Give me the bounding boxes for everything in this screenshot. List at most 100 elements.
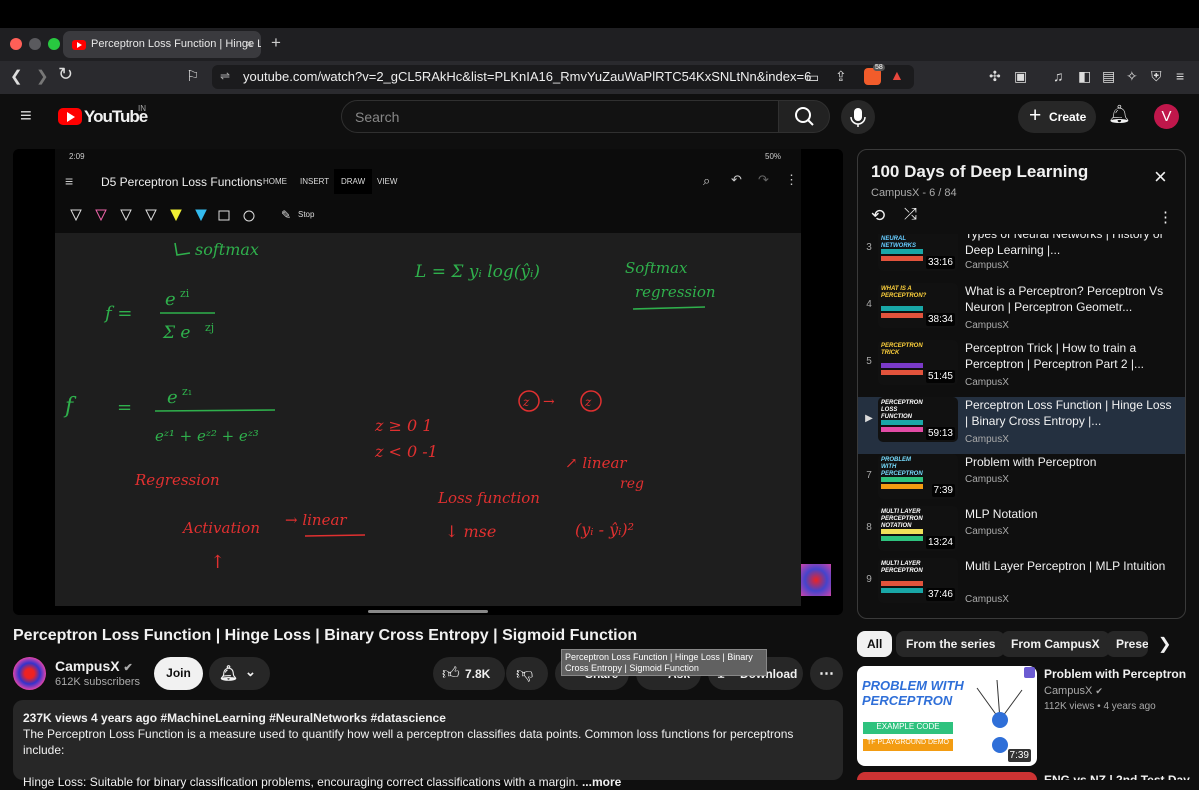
browser-tab[interactable]: Perceptron Loss Function | Hinge Loss×	[63, 31, 261, 58]
channel-name[interactable]: CampusX ✔	[55, 658, 133, 674]
playlist-item[interactable]: 3 TYPES OF NEURAL NETWORKS 33:16 Types of…	[858, 234, 1185, 283]
vpn-icon[interactable]: ⛨	[1151, 68, 1162, 85]
close-playlist-icon[interactable]: ×	[1154, 164, 1167, 190]
close-tab-icon[interactable]: ×	[245, 36, 253, 51]
svg-text:→ linear: → linear	[285, 511, 347, 529]
rec-thumbnail[interactable]: PROBLEM WITH PERCEPTRON EXAMPLE CODE TF …	[857, 666, 1037, 766]
playlist-owner[interactable]: CampusX	[871, 187, 919, 199]
description-box[interactable]: 237K views 4 years ago #MachineLearning …	[13, 700, 843, 789]
video-player[interactable]: 2:09 50% ≡ D5 Perceptron Loss Functions …	[13, 149, 843, 615]
handwritten-notes: softmax f = e zi Σ e zj L = Σ yᵢ log(ŷᵢ) S…	[63, 240, 716, 573]
rec-thumb-tag-2: TF PLAYGROUND DEMO	[863, 739, 953, 751]
playlist-item[interactable]: 5 PERCEPTRON TRICK 51:45 Perceptron Trick…	[858, 340, 1185, 397]
search-input[interactable]: Search	[341, 100, 779, 133]
chip-presentations[interactable]: Prese	[1106, 631, 1148, 657]
join-button[interactable]: Join	[154, 657, 203, 690]
chip-from-campusx[interactable]: From CampusX	[1001, 631, 1110, 657]
forward-button[interactable]: ❯	[36, 67, 49, 85]
menu-icon[interactable]: ≡	[1176, 68, 1184, 84]
chips-next-icon[interactable]: ❯	[1158, 634, 1171, 654]
playlist-item[interactable]: 7 PROBLEM WITH PERCEPTRON 7:39 Problem wi…	[858, 454, 1185, 511]
drag-handle[interactable]	[368, 610, 488, 613]
item-duration: 33:16	[925, 256, 955, 269]
search-button[interactable]	[778, 100, 830, 133]
rec-title[interactable]: Problem with Perceptron	[1044, 667, 1186, 681]
playlist-panel: 100 Days of Deep Learning CampusX - 6 / …	[857, 149, 1186, 619]
brave-rewards-icon[interactable]: ▲	[890, 67, 904, 83]
verified-icon: ✔	[123, 662, 133, 674]
notes-search-icon: ⌕	[703, 173, 711, 188]
subscribe-bell-button[interactable]: 🔔︎ ⌄	[209, 657, 270, 690]
svg-text:Loss function: Loss function	[437, 489, 540, 507]
svg-text:z < 0 -1: z < 0 -1	[374, 442, 438, 461]
brave-shield-icon[interactable]: 58	[864, 64, 885, 85]
thumb-text: PERCEPTRON LOSS FUNCTION	[881, 400, 923, 420]
close-window-button[interactable]	[10, 38, 22, 50]
playlist-badge-icon	[1024, 667, 1035, 678]
item-duration: 51:45	[925, 370, 955, 383]
music-icon[interactable]: ♫	[1053, 68, 1064, 84]
like-button[interactable]: 👍︎ 7.8K	[433, 657, 505, 690]
rec-channel[interactable]: CampusX ✔	[1044, 685, 1103, 697]
shuffle-icon[interactable]: ⤮	[904, 206, 917, 224]
playlist-title[interactable]: 100 Days of Deep Learning	[871, 162, 1088, 182]
next-rec-title[interactable]: ENG vs NZ | 2nd Test Day 1	[1044, 773, 1199, 780]
playlist-item[interactable]: 8 MULTI LAYER PERCEPTRON NOTATION 13:24 M…	[858, 506, 1185, 563]
playlist-item[interactable]: 4 WHAT IS A PERCEPTRON? 38:34 What is a P…	[858, 283, 1185, 340]
playlist-menu-icon[interactable]: ⋮	[1158, 208, 1173, 226]
wallet-icon[interactable]: ▤	[1102, 68, 1115, 85]
reload-button[interactable]: ↻	[58, 64, 73, 85]
channel-avatar[interactable]	[13, 657, 46, 690]
youtube-logo-icon[interactable]	[58, 108, 82, 125]
chip-all[interactable]: All	[857, 631, 893, 657]
extensions-icon[interactable]: ✣	[989, 68, 1001, 85]
dislike-button[interactable]: 👎︎	[506, 657, 548, 690]
show-more-link[interactable]: ...more	[582, 775, 621, 789]
item-thumbnail: MULTI LAYER PERCEPTRON 37:46	[878, 558, 958, 603]
minimize-window-button[interactable]	[29, 38, 41, 50]
zoom-window-button[interactable]	[48, 38, 60, 50]
item-duration: 13:24	[925, 536, 955, 549]
back-button[interactable]: ❮	[10, 67, 23, 85]
voice-search-button[interactable]	[841, 100, 875, 134]
sidebar-icon[interactable]: ◧	[1078, 68, 1091, 85]
notes-tab-insert: INSERT	[300, 177, 330, 186]
region-label: IN	[138, 104, 146, 113]
svg-text:z: z	[522, 395, 530, 409]
cast-icon[interactable]: ▭	[806, 69, 819, 86]
more-actions-button[interactable]: ⋯	[810, 657, 843, 690]
chevron-down-icon: ⌄	[245, 664, 256, 679]
share-page-icon[interactable]: ⇪	[835, 68, 847, 85]
item-duration: 7:39	[931, 484, 955, 497]
playlist-items: 3 TYPES OF NEURAL NETWORKS 33:16 Types of…	[858, 234, 1185, 618]
loop-icon[interactable]: ⟲	[871, 206, 885, 226]
tab-groups-icon[interactable]: ▣	[1014, 68, 1027, 85]
account-avatar[interactable]: V	[1154, 104, 1179, 129]
svg-text:L = Σ yᵢ log(ŷᵢ): L = Σ yᵢ log(ŷᵢ)	[414, 262, 540, 282]
notebook-title: D5 Perceptron Loss Functions	[101, 175, 263, 189]
notes-toolbar: 2:09 50% ≡ D5 Perceptron Loss Functions …	[55, 149, 801, 233]
svg-text:→: →	[543, 394, 555, 410]
leo-ai-icon[interactable]: ✧	[1126, 68, 1138, 85]
notes-tab-draw: DRAW	[334, 169, 373, 194]
rec-duration: 7:39	[1007, 749, 1031, 762]
next-rec-thumbnail[interactable]	[857, 772, 1037, 780]
chip-from-series[interactable]: From the series	[896, 631, 1006, 657]
site-info-icon[interactable]: ⇌	[220, 69, 230, 83]
notifications-icon[interactable]: 🔔︎	[1108, 104, 1131, 125]
hamburger-menu-icon[interactable]: ≡	[20, 105, 32, 128]
bookmark-icon[interactable]: ⚐	[186, 67, 199, 85]
playlist-position: - 6 / 84	[922, 187, 957, 199]
item-thumbnail: PERCEPTRON TRICK 51:45	[878, 340, 958, 385]
new-tab-button[interactable]: +	[271, 33, 281, 53]
playlist-item-current[interactable]: ▶ PERCEPTRON LOSS FUNCTION 59:13 Perceptr…	[858, 397, 1185, 454]
playlist-item[interactable]: 9 MULTI LAYER PERCEPTRON 37:46 Multi Laye…	[858, 558, 1185, 615]
create-label: Create	[1049, 110, 1087, 124]
video-frame: 2:09 50% ≡ D5 Perceptron Loss Functions …	[55, 149, 801, 606]
svg-text:↗ linear: ↗ linear	[565, 454, 627, 472]
svg-text:z ≥ 0 1: z ≥ 0 1	[374, 416, 432, 435]
item-channel: CampusX	[965, 434, 1009, 445]
tab-title: Perceptron Loss Function | Hinge Loss	[91, 38, 261, 50]
brave-badge: 58	[873, 64, 885, 71]
create-button[interactable]: + Create	[1018, 101, 1096, 133]
